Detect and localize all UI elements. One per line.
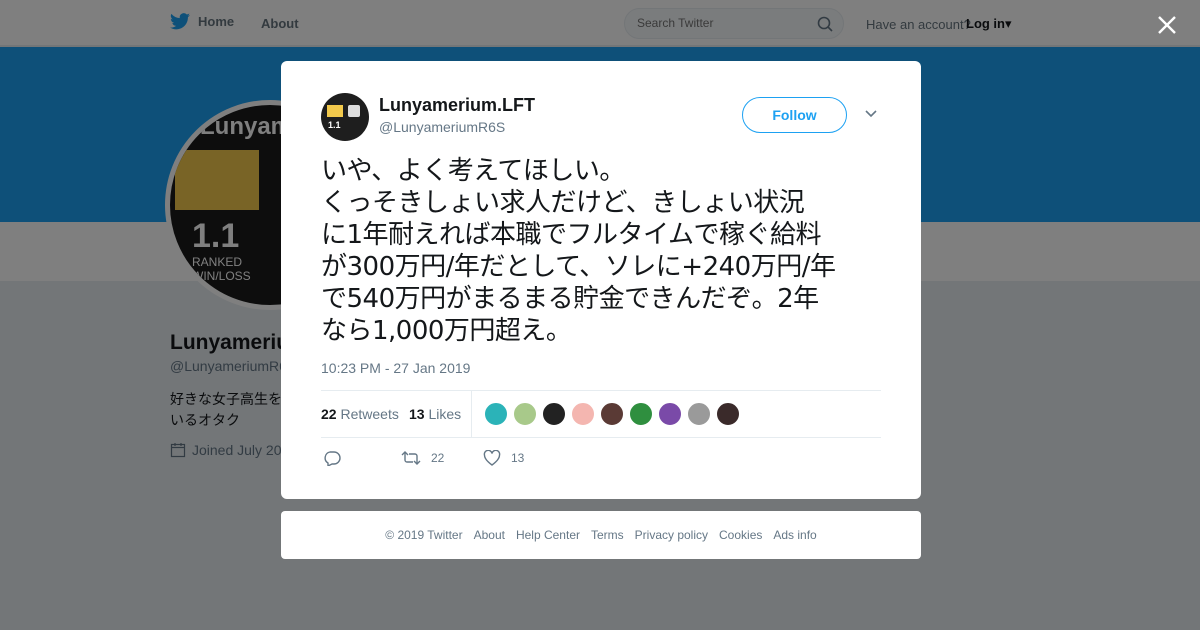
liker-avatar[interactable] — [484, 402, 508, 426]
chevron-down-icon[interactable] — [864, 109, 878, 119]
footer-link-privacy[interactable]: Privacy policy — [635, 528, 708, 542]
likes-label: Likes — [428, 406, 462, 422]
liker-avatar[interactable] — [571, 402, 595, 426]
tweet-author-name[interactable]: Lunyamerium.LFT — [379, 95, 535, 116]
tweet-author-avatar[interactable]: 1.1 — [321, 93, 369, 141]
retweet-count: 22 — [431, 451, 445, 465]
footer-link-help-center[interactable]: Help Center — [516, 528, 580, 542]
reply-icon — [324, 451, 341, 466]
tweet-text-line: いや、よく考えてほしい。 — [321, 156, 625, 186]
close-icon[interactable] — [1154, 12, 1180, 38]
likes-stat[interactable]: 13 Likes — [409, 406, 461, 422]
liker-avatar[interactable] — [600, 402, 624, 426]
retweets-label: Retweets — [340, 406, 399, 422]
follow-button[interactable]: Follow — [742, 97, 847, 133]
like-count: 13 — [511, 451, 525, 465]
retweet-button[interactable]: 22 — [401, 450, 444, 466]
tweet-timestamp[interactable]: 10:23 PM - 27 Jan 2019 — [321, 360, 470, 376]
liker-avatar[interactable] — [629, 402, 653, 426]
avatar-character-image — [327, 105, 343, 117]
tweet-text-line: に1年耐えれば本職でフルタイムで稼ぐ給料 — [321, 220, 822, 250]
tweet-text: いや、よく考えてほしい。 くっそきしょい求人だけど、きしょい状況 に1年耐えれば… — [321, 155, 881, 347]
liker-avatar[interactable] — [687, 402, 711, 426]
footer-link-cookies[interactable]: Cookies — [719, 528, 762, 542]
like-button[interactable]: 13 — [483, 450, 524, 466]
reply-button[interactable] — [323, 450, 341, 466]
tweet-text-line: が300万円/年だとして、ソレに+240万円/年 — [321, 252, 836, 282]
footer-link-terms[interactable]: Terms — [591, 528, 624, 542]
footer-link-ads-info[interactable]: Ads info — [773, 528, 816, 542]
tweet-text-line: くっそきしょい求人だけど、きしょい状況 — [321, 188, 805, 218]
liker-avatar[interactable] — [658, 402, 682, 426]
footer-links: © 2019 Twitter About Help Center Terms P… — [281, 528, 921, 542]
heart-icon — [483, 450, 501, 466]
tweet-stats: 22 Retweets 13 Likes — [321, 390, 881, 438]
avatar-badge-image — [348, 105, 360, 117]
footer: © 2019 Twitter About Help Center Terms P… — [281, 511, 921, 559]
footer-copyright: © 2019 Twitter — [385, 528, 463, 542]
retweets-count: 22 — [321, 406, 337, 422]
avatar-number-text: 1.1 — [328, 120, 341, 130]
tweet-modal: 1.1 Lunyamerium.LFT @LunyameriumR6S Foll… — [281, 61, 921, 499]
liker-avatar[interactable] — [716, 402, 740, 426]
liker-avatar[interactable] — [542, 402, 566, 426]
likes-count: 13 — [409, 406, 425, 422]
liker-avatars — [484, 402, 740, 426]
liker-avatar[interactable] — [513, 402, 537, 426]
retweets-stat[interactable]: 22 Retweets — [321, 406, 399, 422]
footer-link-about[interactable]: About — [474, 528, 505, 542]
tweet-text-line: なら1,000万円超え。 — [321, 316, 572, 346]
stats-divider — [471, 391, 472, 438]
retweet-icon — [401, 451, 421, 465]
tweet-text-line: で540万円がまるまる貯金できんだぞ。2年 — [321, 284, 819, 314]
tweet-author-handle[interactable]: @LunyameriumR6S — [379, 119, 505, 135]
tweet-actions: 22 13 — [321, 450, 881, 470]
